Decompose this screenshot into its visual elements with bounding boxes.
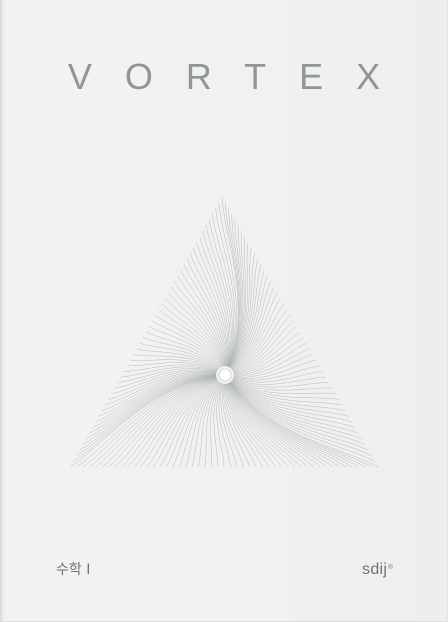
vortex-center-dot — [218, 368, 232, 382]
registered-mark: ® — [388, 565, 393, 571]
vortex-spiral-lines — [69, 196, 379, 468]
publisher-name: sdij — [362, 561, 388, 578]
vortex-triangle-icon — [69, 196, 379, 468]
publisher-logo: sdij® — [362, 560, 393, 580]
vortex-line-group — [69, 196, 379, 468]
subject-label: 수학 I — [56, 562, 91, 578]
book-cover: VORTEX 수학 I sdij® — [0, 0, 448, 622]
